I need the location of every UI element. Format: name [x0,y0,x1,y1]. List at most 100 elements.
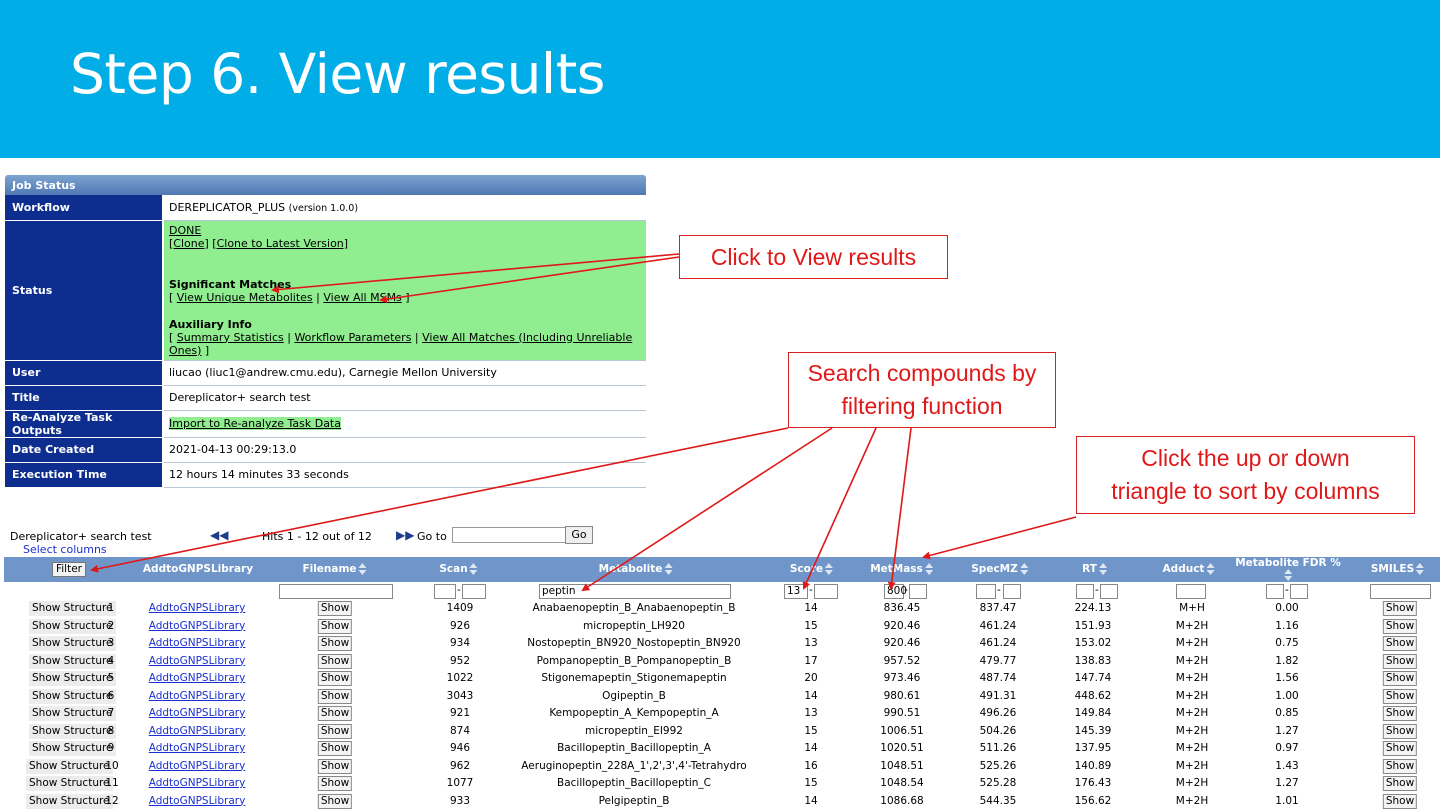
filter-scan-max-input[interactable] [462,584,486,599]
smiles-show-button[interactable]: Show [1382,601,1418,616]
sort-specmz-icon[interactable] [1019,563,1029,575]
show-structure-button[interactable]: Show Structure [29,601,116,616]
show-structure-button[interactable]: Show Structure [26,776,113,791]
prev-page-icon[interactable]: ◀◀ [210,528,228,542]
show-structure-button[interactable]: Show Structure [29,653,116,669]
filename-show-button[interactable]: Show [317,741,353,756]
add-to-library-link[interactable]: AddtoGNPSLibrary [149,618,246,636]
col-smiles[interactable]: SMILES [1371,557,1425,582]
summary-statistics-link[interactable]: Summary Statistics [177,331,284,344]
add-to-library-link[interactable]: AddtoGNPSLibrary [149,793,246,810]
smiles-show-button[interactable]: Show [1382,688,1418,704]
next-page-icon[interactable]: ▶▶ [396,528,414,542]
smiles-show-button[interactable]: Show [1382,618,1418,634]
add-to-library-link[interactable]: AddtoGNPSLibrary [149,688,246,706]
filter-metmass-min-input[interactable]: 800 [884,584,907,599]
clone-latest-link[interactable]: [Clone to Latest Version] [212,237,348,250]
add-to-library-link[interactable]: AddtoGNPSLibrary [149,635,246,653]
smiles-show-button[interactable]: Show [1382,706,1418,721]
sort-metabolite-icon[interactable] [664,563,673,575]
col-metmass[interactable]: MetMass [870,557,934,582]
sort-filename-icon[interactable] [358,563,368,575]
filename-show-button[interactable]: Show [317,671,353,686]
sort-adduct-icon[interactable] [1206,563,1215,575]
show-structure-button[interactable]: Show Structure [29,706,116,721]
select-columns-link[interactable]: Select columns [23,543,107,556]
sort-smiles-icon[interactable] [1416,563,1425,575]
filter-rt-min-input[interactable] [1076,584,1094,599]
col-addtognps[interactable]: AddtoGNPSLibrary [143,557,253,582]
go-button[interactable]: Go [565,526,593,544]
clone-link[interactable]: [Clone] [169,237,209,250]
filter-metmass-max-input[interactable] [909,584,927,599]
filter-fdr-min-input[interactable] [1266,584,1284,599]
col-specmz[interactable]: SpecMZ [971,557,1029,582]
sort-rt-icon[interactable] [1098,563,1108,575]
filename-show-button[interactable]: Show [317,706,353,721]
add-to-library-link[interactable]: AddtoGNPSLibrary [149,758,246,776]
filter-adduct-input[interactable] [1176,584,1206,599]
show-structure-button[interactable]: Show Structure [26,758,113,774]
filename-show-button[interactable]: Show [317,758,353,774]
sort-scan-icon[interactable] [469,563,479,575]
filename-show-button[interactable]: Show [317,793,353,809]
view-all-msms-link[interactable]: View All MSMs [323,291,401,304]
smiles-show-button[interactable]: Show [1382,793,1418,809]
add-to-library-link[interactable]: AddtoGNPSLibrary [149,670,246,688]
show-structure-button[interactable]: Show Structure [29,741,116,756]
workflow-parameters-link[interactable]: Workflow Parameters [294,331,411,344]
col-fdr[interactable]: Metabolite FDR % [1235,557,1341,582]
smiles-show-button[interactable]: Show [1382,723,1418,739]
show-structure-button[interactable]: Show Structure [26,793,113,809]
col-rt[interactable]: RT [1082,557,1108,582]
filter-specmz-min-input[interactable] [976,584,996,599]
add-to-library-link[interactable]: AddtoGNPSLibrary [149,600,246,618]
add-to-library-link[interactable]: AddtoGNPSLibrary [149,723,246,741]
filter-fdr-max-input[interactable] [1290,584,1308,599]
show-structure-button[interactable]: Show Structure [29,671,116,686]
sort-score-icon[interactable] [825,563,834,575]
smiles-show-button[interactable]: Show [1382,636,1418,651]
filter-score-max-input[interactable] [814,584,838,599]
filter-metabolite-input[interactable]: peptin [539,584,731,599]
filter-filename-input[interactable] [279,584,393,599]
view-unique-metabolites-link[interactable]: View Unique Metabolites [177,291,313,304]
filename-show-button[interactable]: Show [317,688,353,704]
filename-show-button[interactable]: Show [317,601,353,616]
smiles-show-button[interactable]: Show [1382,741,1418,756]
add-to-library-link[interactable]: AddtoGNPSLibrary [149,705,246,723]
add-to-library-link[interactable]: AddtoGNPSLibrary [149,740,246,758]
filter-score-min-input[interactable]: 13 [784,584,808,599]
filename-show-button[interactable]: Show [317,723,353,739]
smiles-show-button[interactable]: Show [1382,653,1418,669]
add-to-library-link[interactable]: AddtoGNPSLibrary [149,775,246,793]
filter-smiles-input[interactable] [1370,584,1431,599]
filter-button[interactable]: Filter [52,562,86,577]
col-score[interactable]: Score [790,557,834,582]
filename-show-button[interactable]: Show [317,776,353,791]
filename-show-button[interactable]: Show [317,618,353,634]
show-structure-button[interactable]: Show Structure [29,636,116,651]
smiles-show-button[interactable]: Show [1382,671,1418,686]
col-adduct[interactable]: Adduct [1163,557,1216,582]
filter-scan-min-input[interactable] [434,584,456,599]
sort-metmass-icon[interactable] [924,563,934,575]
reanalyze-link[interactable]: Import to Re-analyze Task Data [169,417,341,430]
col-scan[interactable]: Scan [439,557,478,582]
goto-input[interactable] [452,527,566,543]
col-metabolite[interactable]: Metabolite [599,557,674,582]
sort-fdr-icon[interactable] [1284,569,1294,581]
filter-rt-max-input[interactable] [1100,584,1118,599]
show-structure-button[interactable]: Show Structure [29,688,116,704]
execution-time-label: Execution Time [5,462,164,488]
filename-show-button[interactable]: Show [317,653,353,669]
col-filename[interactable]: Filename [302,557,367,582]
show-structure-button[interactable]: Show Structure [29,618,116,634]
add-to-library-link[interactable]: AddtoGNPSLibrary [149,653,246,671]
smiles-show-button[interactable]: Show [1382,776,1418,791]
show-structure-button[interactable]: Show Structure [29,723,116,739]
filename-show-button[interactable]: Show [317,636,353,651]
smiles-show-button[interactable]: Show [1382,758,1418,774]
filter-specmz-max-input[interactable] [1003,584,1021,599]
status-done-link[interactable]: DONE [169,224,201,237]
